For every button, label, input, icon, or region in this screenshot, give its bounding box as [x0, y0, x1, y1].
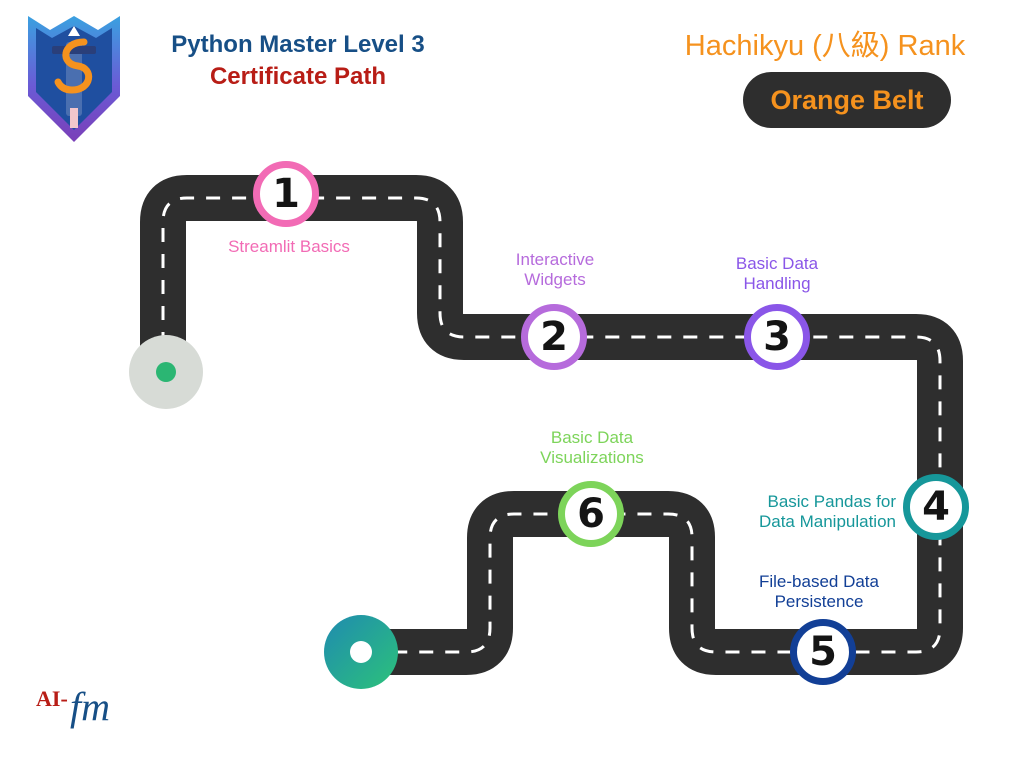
- step-6-label-line: Basic Data: [550, 428, 634, 447]
- step-3-label: Basic Data Handling: [697, 254, 857, 294]
- step-5-label-line: Persistence: [774, 592, 864, 611]
- milestone-4: 4: [903, 474, 969, 540]
- milestone-1: 1: [253, 161, 319, 227]
- step-5-label: File-based Data Persistence: [719, 572, 919, 612]
- step-3-label-line: Handling: [743, 274, 811, 293]
- milestone-6: 6: [558, 481, 624, 547]
- step-4-label: Basic Pandas for Data Manipulation: [704, 492, 896, 532]
- step-6-label: Basic Data Visualizations: [502, 428, 682, 468]
- aifm-logo-prefix: AI-: [36, 686, 68, 711]
- aifm-logo-suffix: fm: [70, 684, 110, 729]
- aifm-logo: AI- fm: [36, 684, 110, 729]
- milestone-5: 5: [790, 619, 856, 685]
- page-title: Python Master Level 3: [171, 31, 425, 58]
- milestone-2: 2: [521, 304, 587, 370]
- step-6-label-line: Visualizations: [540, 448, 644, 467]
- step-4-label-line: Data Manipulation: [758, 512, 896, 531]
- step-2-label: Interactive Widgets: [465, 250, 645, 290]
- milestone-3: 3: [744, 304, 810, 370]
- step-1-label-line: Streamlit Basics: [228, 237, 350, 256]
- step-4-label-line: Basic Pandas for: [767, 492, 896, 511]
- rank-title: Hachikyu (八級) Rank: [684, 30, 966, 62]
- step-5-label-line: File-based Data: [758, 572, 879, 591]
- step-2-label-line: Interactive: [515, 250, 595, 269]
- start-point-icon: [129, 335, 203, 409]
- page-subtitle: Certificate Path: [209, 63, 387, 90]
- end-point-icon: [324, 615, 398, 689]
- step-1-label: Streamlit Basics: [189, 237, 389, 257]
- belt-badge: Orange Belt: [743, 72, 951, 128]
- step-3-label-line: Basic Data: [735, 254, 819, 273]
- step-2-label-line: Widgets: [524, 270, 586, 289]
